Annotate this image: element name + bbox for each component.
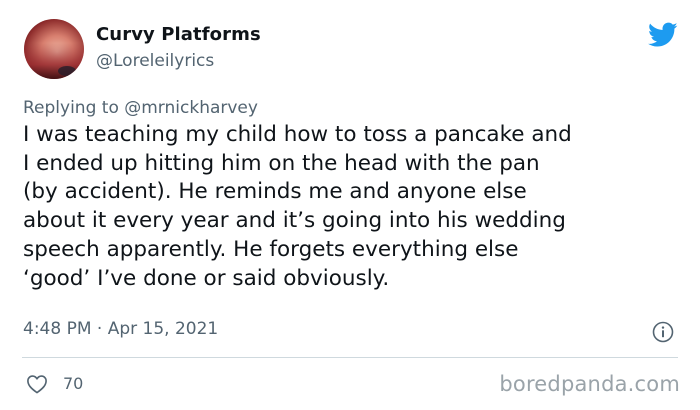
tweet-timestamp[interactable]: 4:48 PM · Apr 15, 2021 — [23, 319, 218, 339]
author-name[interactable]: Curvy Platforms — [96, 24, 261, 45]
divider — [22, 357, 678, 358]
avatar-shade — [24, 43, 84, 79]
heart-icon[interactable] — [26, 374, 48, 394]
info-icon[interactable] — [652, 321, 674, 343]
watermark: boredpanda.com — [499, 372, 680, 396]
author-handle[interactable]: @Loreleilyrics — [96, 51, 214, 71]
twitter-bird-icon[interactable] — [648, 22, 678, 48]
tweet-text: I was teaching my child how to toss a pa… — [23, 122, 572, 291]
replying-handle-link[interactable]: @mrnickharvey — [124, 98, 258, 118]
avatar-eye — [58, 66, 76, 76]
replying-prefix: Replying to — [23, 98, 125, 118]
avatar[interactable] — [24, 19, 84, 79]
like-count: 70 — [63, 374, 84, 393]
replying-to: Replying to @mrnickharvey — [23, 98, 258, 118]
